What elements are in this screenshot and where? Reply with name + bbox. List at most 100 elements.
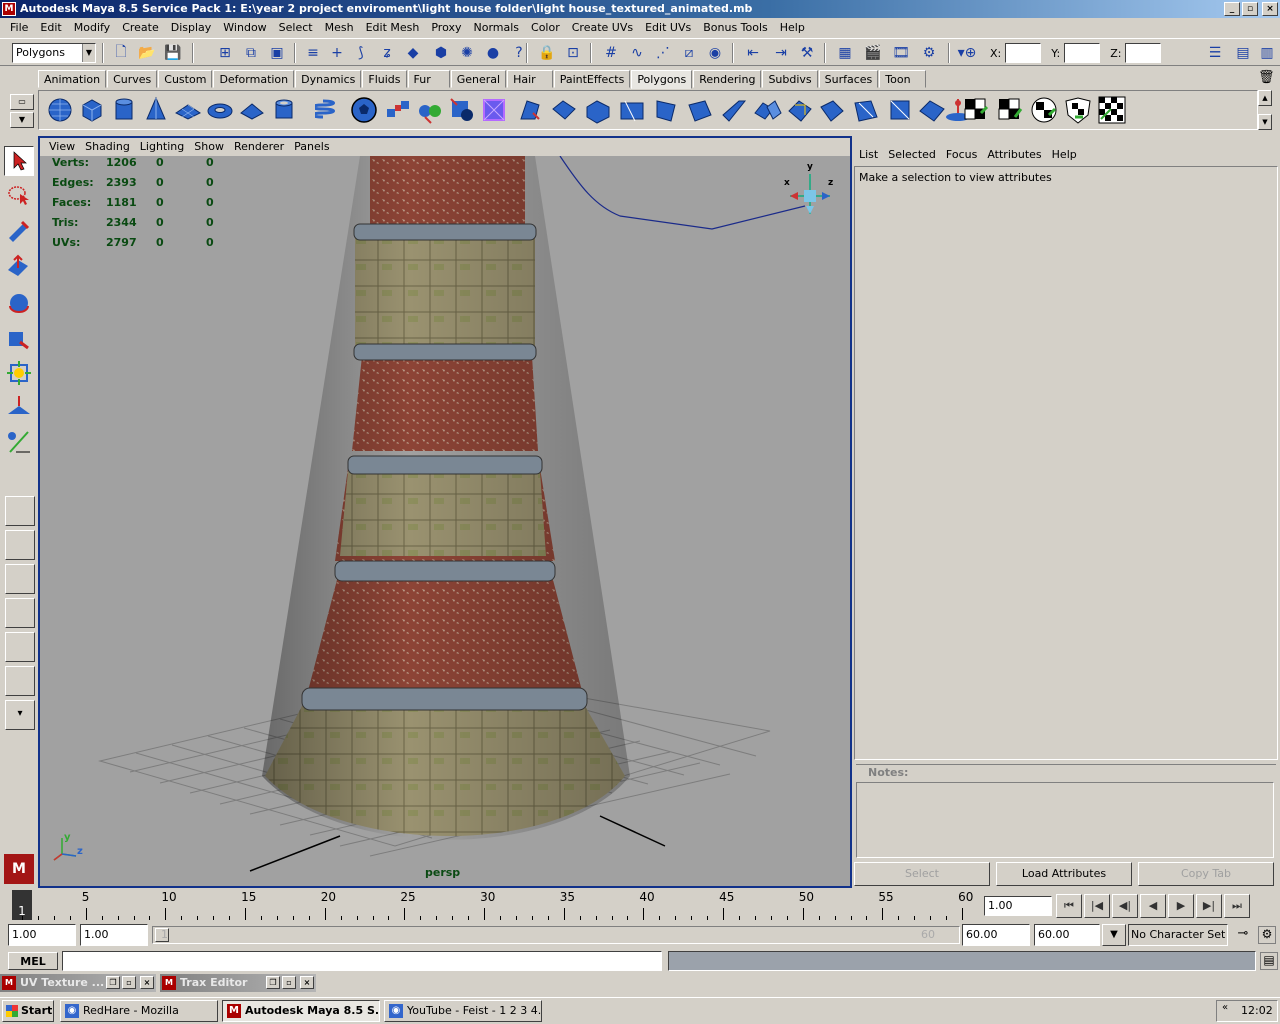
play-forwards-button[interactable]: ▶ — [1168, 894, 1194, 918]
shelf-tab-curves[interactable]: Curves — [107, 70, 158, 88]
lasso-tool-icon[interactable] — [4, 180, 34, 210]
poly-soccer-ball-icon[interactable] — [349, 95, 379, 125]
snap-curve-icon[interactable]: ∿ — [626, 42, 648, 64]
persp-graph-layout-icon[interactable] — [5, 598, 35, 628]
show-tool-settings-icon[interactable]: ▥ — [1256, 42, 1278, 64]
clock[interactable]: 12:02 — [1241, 1004, 1273, 1017]
step-back-key-button[interactable]: |◀ — [1084, 894, 1110, 918]
playback-end-field[interactable]: 60.00 — [962, 924, 1030, 946]
taskbar-item-youtube[interactable]: ◉ YouTube - Feist - 1 2 3 4... — [384, 1000, 542, 1022]
play-backwards-button[interactable]: ◀ — [1140, 894, 1166, 918]
poly-cube-icon[interactable] — [77, 95, 107, 125]
shelf-tab-custom[interactable]: Custom — [158, 70, 213, 88]
view-axis-compass[interactable]: y x z — [780, 162, 840, 224]
uv-texture-editor-icon[interactable] — [1097, 95, 1127, 125]
highlight-selection-icon[interactable]: ⊡ — [562, 42, 584, 64]
split-polygon-icon[interactable] — [617, 95, 647, 125]
shelf-tab-general[interactable]: General — [450, 70, 507, 88]
separate-icon[interactable] — [415, 95, 445, 125]
menu-set-dropdown[interactable]: Polygons ▼ — [12, 43, 96, 63]
notes-textarea[interactable] — [856, 782, 1274, 858]
menu-edit-mesh[interactable]: Edit Mesh — [360, 19, 426, 37]
save-scene-icon[interactable]: 💾 — [162, 42, 184, 64]
menu-display[interactable]: Display — [165, 19, 218, 37]
x-field[interactable] — [1005, 43, 1042, 63]
triangulate-icon[interactable] — [885, 95, 915, 125]
menu-edit-uvs[interactable]: Edit UVs — [639, 19, 697, 37]
mel-toggle-button[interactable]: MEL — [8, 952, 58, 970]
select-button[interactable]: Select — [854, 862, 990, 886]
menu-edit[interactable]: Edit — [34, 19, 67, 37]
render-view-icon[interactable]: ▦ — [834, 42, 856, 64]
new-scene-icon[interactable]: 🗋 — [110, 42, 132, 64]
select-handles-icon[interactable]: + — [326, 42, 348, 64]
maximize-icon[interactable]: ▫ — [282, 976, 296, 989]
lock-selection-icon[interactable]: 🔒 — [536, 42, 558, 64]
show-manipulator-icon[interactable] — [4, 426, 34, 456]
selection-mask-icon[interactable]: ≡ — [302, 42, 324, 64]
close-button[interactable]: × — [1262, 2, 1278, 16]
append-polygon-icon[interactable] — [583, 95, 613, 125]
taskbar-item-mozilla[interactable]: ◉ RedHare - Mozilla — [60, 1000, 218, 1022]
poly-torus-icon[interactable] — [205, 95, 235, 125]
shelf-tab-animation[interactable]: Animation — [38, 70, 107, 88]
poly-helix-icon[interactable] — [315, 95, 345, 125]
menu-color[interactable]: Color — [525, 19, 566, 37]
hypershade-persp-layout-icon[interactable] — [5, 632, 35, 662]
playback-start-field[interactable]: 1.00 — [80, 924, 148, 946]
shelf-tab-subdivs[interactable]: Subdivs — [762, 70, 818, 88]
select-dynamics-icon[interactable]: ✺ — [456, 42, 478, 64]
step-forward-frame-button[interactable]: ▶| — [1196, 894, 1222, 918]
render-frame-icon[interactable]: 🎬 — [862, 42, 884, 64]
menu-mesh[interactable]: Mesh — [319, 19, 360, 37]
select-tool-icon[interactable] — [4, 146, 34, 176]
menu-create[interactable]: Create — [116, 19, 165, 37]
trax-editor-window[interactable]: M Trax Editor ❐ ▫ × — [160, 974, 316, 992]
step-back-frame-button[interactable]: ◀| — [1112, 894, 1138, 918]
output-connections-icon[interactable]: ⇥ — [770, 42, 792, 64]
shelf-tab-polygons[interactable]: Polygons — [631, 70, 693, 89]
z-field[interactable] — [1125, 43, 1162, 63]
snap-grid-icon[interactable]: # — [600, 42, 622, 64]
cylindrical-mapping-icon[interactable] — [995, 95, 1025, 125]
scale-tool-icon[interactable] — [4, 324, 34, 354]
extrude-icon[interactable] — [515, 95, 545, 125]
poly-pipe-icon[interactable] — [269, 95, 299, 125]
select-rendering-icon[interactable]: ● — [482, 42, 504, 64]
planar-mapping-icon[interactable] — [961, 95, 991, 125]
menu-bonus-tools[interactable]: Bonus Tools — [697, 19, 774, 37]
ipr-render-icon[interactable]: 🎞 — [890, 42, 912, 64]
single-perspective-layout-icon[interactable] — [5, 496, 35, 526]
trash-icon[interactable]: 🗑 — [1258, 70, 1275, 86]
script-editor-icon[interactable]: ▤ — [1260, 952, 1278, 970]
layout-options-icon[interactable]: ▾ — [5, 700, 35, 730]
auto-key-icon[interactable]: ⊸ — [1232, 926, 1254, 944]
current-time-field[interactable]: 1.00 — [984, 896, 1052, 916]
panel-menu-shading[interactable]: Shading — [80, 138, 135, 156]
menu-help[interactable]: Help — [774, 19, 811, 37]
close-icon[interactable]: × — [140, 976, 154, 989]
show-attribute-editor-icon[interactable]: ▤ — [1232, 42, 1254, 64]
shelf-tab-fur[interactable]: Fur — [407, 70, 450, 88]
select-surfaces-icon[interactable]: ◆ — [402, 42, 424, 64]
merge-to-center-icon[interactable] — [785, 95, 815, 125]
uv-texture-editor-window[interactable]: M UV Texture ... ❐ ▫ × — [0, 974, 156, 992]
universal-manipulator-icon[interactable] — [4, 358, 34, 388]
poly-cone-icon[interactable] — [141, 95, 171, 125]
ae-menu-help[interactable]: Help — [1047, 146, 1082, 164]
render-settings-icon[interactable]: ⚙ — [918, 42, 940, 64]
ae-menu-attributes[interactable]: Attributes — [982, 146, 1046, 164]
shelf-scroll-down-icon[interactable]: ▼ — [1258, 114, 1272, 130]
shelf-tab-hair[interactable]: Hair — [507, 70, 553, 88]
panel-menu-show[interactable]: Show — [189, 138, 229, 156]
input-mode-icon[interactable]: ▾⊕ — [956, 42, 978, 64]
shelf-tab-rendering[interactable]: Rendering — [693, 70, 762, 88]
bridge-icon[interactable] — [549, 95, 579, 125]
merge-icon[interactable] — [753, 95, 783, 125]
shelf-scroll-up-icon[interactable]: ▲ — [1258, 90, 1272, 106]
select-joints-icon[interactable]: ⟆ — [350, 42, 372, 64]
menu-create-uvs[interactable]: Create UVs — [566, 19, 639, 37]
shelf-tab-deformation[interactable]: Deformation — [213, 70, 295, 88]
open-scene-icon[interactable]: 📂 — [136, 42, 158, 64]
input-connections-icon[interactable]: ⇤ — [742, 42, 764, 64]
